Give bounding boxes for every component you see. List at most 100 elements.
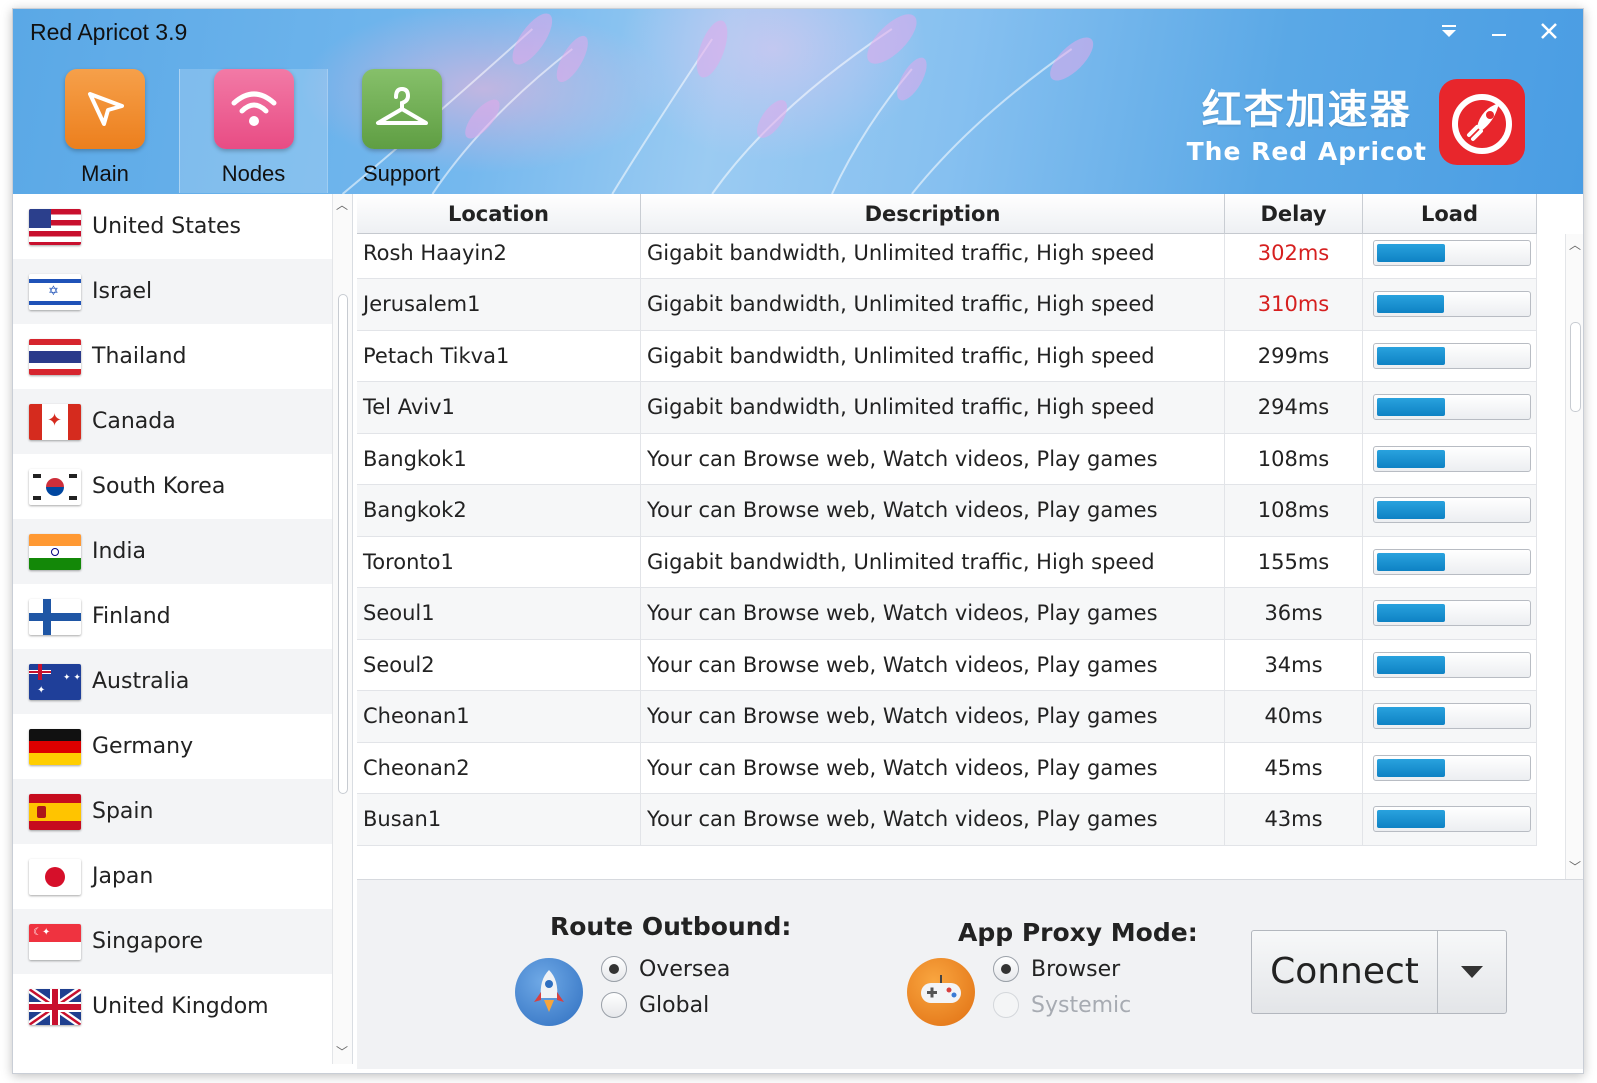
table-row[interactable]: Cheonan1 Your can Browse web, Watch video… [357,691,1537,743]
node-description: Your can Browse web, Watch videos, Play … [641,691,1225,742]
nav-main[interactable]: Main [31,69,179,193]
proxy-browser-radio[interactable] [993,956,1019,982]
table-scroll-thumb[interactable] [1570,322,1581,412]
sidebar-item-label: Canada [92,409,176,434]
table-row[interactable]: Seoul2 Your can Browse web, Watch videos,… [357,639,1537,691]
minimize-icon[interactable] [1487,19,1511,43]
nav-support[interactable]: Support [327,69,475,193]
load-bar [1373,754,1531,781]
sidebar-item-united-states[interactable]: United States [13,194,333,259]
node-location: Petach Tikva1 [357,330,641,381]
table-body: Rosh Haayin1Gigabit bandwidth, Unlimited… [357,194,1537,846]
node-delay-cell: 40ms [1225,691,1363,742]
sidebar-item-singapore[interactable]: ☾✦ Singapore [13,909,333,974]
sidebar-item-united-kingdom[interactable]: United Kingdom [13,974,333,1039]
australia-flag-icon: ✦ ✦ ✦ [29,663,81,700]
scroll-up-icon[interactable]: ︿ [336,196,348,213]
load-bar [1373,703,1531,730]
load-bar-fill [1377,810,1445,829]
node-description: Gigabit bandwidth, Unlimited traffic, Hi… [641,382,1225,433]
route-global-option[interactable]: Global [601,992,709,1018]
node-location: Cheonan1 [357,691,641,742]
node-delay-cell: 34ms [1225,639,1363,690]
nav-nodes[interactable]: Nodes [179,69,327,193]
node-delay-cell: 302ms [1225,227,1363,278]
sidebar-item-germany[interactable]: Germany [13,714,333,779]
scroll-up-icon[interactable]: ︿ [1569,236,1581,253]
nodes-table: Location Description Delay Load Rosh Haa… [357,194,1583,879]
sidebar-item-japan[interactable]: Japan [13,844,333,909]
scroll-down-icon[interactable]: ﹀ [336,1043,348,1060]
node-location: Seoul1 [357,588,641,639]
node-delay-cell: 310ms [1225,279,1363,330]
app-proxy-mode-title: App Proxy Mode: [958,918,1198,947]
route-oversea-radio[interactable] [601,956,627,982]
table-row[interactable]: Cheonan2 Your can Browse web, Watch video… [357,742,1537,794]
table-row[interactable]: Bangkok1 Your can Browse web, Watch video… [357,433,1537,485]
node-delay: 294ms [1257,395,1330,420]
table-row[interactable]: Toronto1 Gigabit bandwidth, Unlimited tra… [357,536,1537,588]
sidebar-item-israel[interactable]: ✡ Israel [13,259,333,324]
sidebar-item-label: Australia [92,669,190,694]
node-load-cell [1363,330,1537,381]
load-bar-fill [1377,552,1445,571]
connect-button[interactable]: Connect [1251,930,1507,1014]
wifi-icon [213,69,294,149]
sidebar-item-label: Spain [92,799,154,824]
table-row[interactable]: Seoul1 Your can Browse web, Watch videos,… [357,588,1537,640]
app-title: Red Apricot 3.9 [30,19,188,45]
column-header-delay[interactable]: Delay [1225,194,1363,234]
close-icon[interactable] [1537,19,1561,43]
node-location: Toronto1 [357,536,641,587]
table-row[interactable]: Jerusalem1 Gigabit bandwidth, Unlimited t… [357,279,1537,331]
column-header-description[interactable]: Description [641,194,1225,234]
route-oversea-label: Oversea [639,956,731,982]
column-header-load[interactable]: Load [1363,194,1537,234]
node-delay-cell: 155ms [1225,536,1363,587]
nav-main-label: Main [81,161,129,186]
app-window: Red Apricot 3.9 Main Nodes Support 红杏加速器… [12,8,1584,1074]
country-sidebar: United States ✡ Israel Thailand ✦ Canada [13,194,353,1064]
node-description: Your can Browse web, Watch videos, Play … [641,588,1225,639]
route-global-radio[interactable] [601,992,627,1018]
table-header: Location Description Delay Load [357,194,1537,234]
japan-flag-icon [29,858,81,895]
singapore-flag-icon: ☾✦ [29,923,81,960]
table-row[interactable]: Tel Aviv1 Gigabit bandwidth, Unlimited tr… [357,382,1537,434]
load-bar-fill [1377,449,1445,468]
node-delay: 302ms [1257,240,1330,265]
node-location: Seoul2 [357,639,641,690]
node-delay: 40ms [1264,704,1323,729]
table-scrollbar[interactable]: ︿ ﹀ [1565,234,1583,879]
sidebar-item-label: Japan [92,864,154,889]
node-description: Your can Browse web, Watch videos, Play … [641,433,1225,484]
sidebar-scrollbar[interactable]: ︿ ﹀ [332,194,352,1064]
proxy-browser-option[interactable]: Browser [993,956,1120,982]
node-load-cell [1363,279,1537,330]
table-row[interactable]: Petach Tikva1 Gigabit bandwidth, Unlimite… [357,330,1537,382]
table-row[interactable]: Rosh Haayin2 Gigabit bandwidth, Unlimited… [357,227,1537,279]
route-oversea-option[interactable]: Oversea [601,956,730,982]
table-row[interactable]: Bangkok2 Your can Browse web, Watch video… [357,485,1537,537]
sidebar-item-spain[interactable]: Spain [13,779,333,844]
scroll-down-icon[interactable]: ﹀ [1569,858,1581,875]
node-delay-cell: 294ms [1225,382,1363,433]
load-bar [1373,239,1531,266]
sidebar-item-canada[interactable]: ✦ Canada [13,389,333,454]
sidebar-item-label: United Kingdom [92,994,269,1019]
load-bar-fill [1377,398,1445,417]
sidebar-item-finland[interactable]: Finland [13,584,333,649]
sidebar-item-thailand[interactable]: Thailand [13,324,333,389]
sidebar-scroll-thumb[interactable] [338,294,348,794]
node-description: Gigabit bandwidth, Unlimited traffic, Hi… [641,279,1225,330]
sidebar-item-south-korea[interactable]: South Korea [13,454,333,519]
table-row[interactable]: Busan1 Your can Browse web, Watch videos,… [357,794,1537,846]
node-delay: 34ms [1264,652,1323,677]
nav-nodes-label: Nodes [221,161,286,186]
menu-icon[interactable] [1437,19,1461,43]
sidebar-item-india[interactable]: India [13,519,333,584]
column-header-location[interactable]: Location [357,194,641,234]
nav-support-label: Support [362,161,441,186]
connect-dropdown[interactable] [1438,931,1506,1013]
sidebar-item-australia[interactable]: ✦ ✦ ✦ Australia [13,649,333,714]
